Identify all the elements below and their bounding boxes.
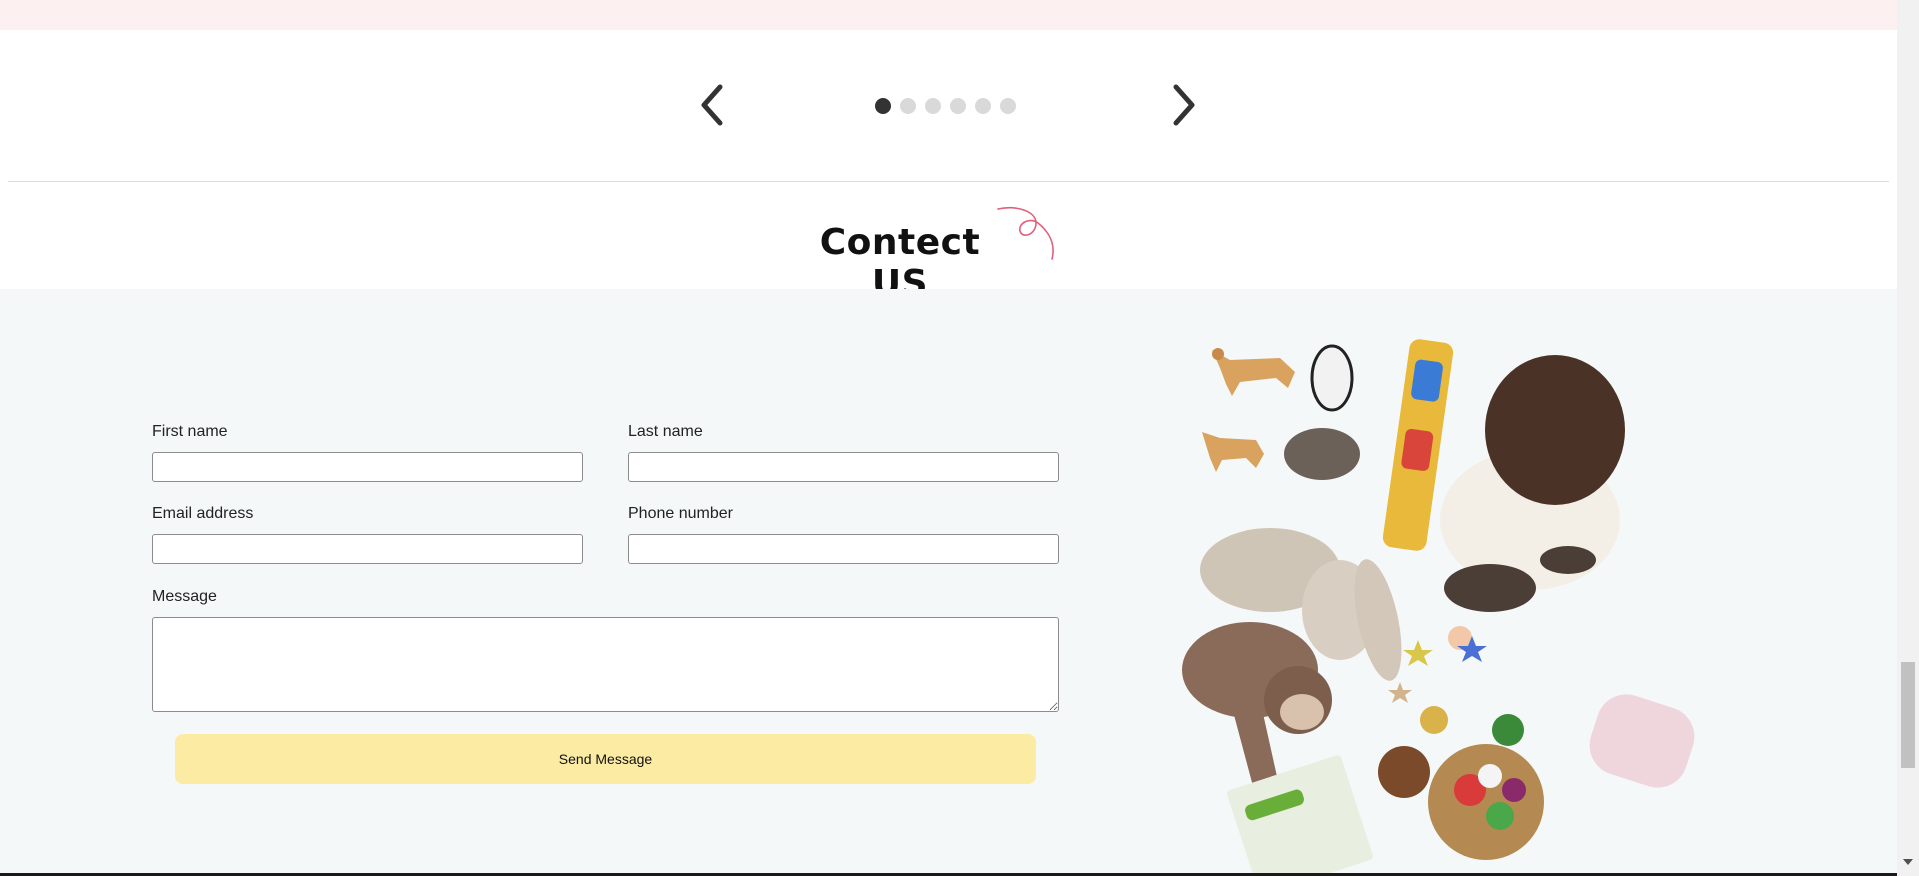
carousel-dots	[875, 98, 1016, 114]
scroll-down-arrow-icon[interactable]	[1902, 856, 1914, 868]
email-field[interactable]	[152, 534, 583, 564]
star-toy-icon	[1388, 682, 1412, 703]
page-content: Contect US First name Last name Email ad…	[0, 0, 1897, 876]
carousel-dot-1[interactable]	[875, 98, 891, 114]
carousel-dot-5[interactable]	[975, 98, 991, 114]
email-label: Email address	[152, 505, 254, 522]
giraffe-toy-icon	[1212, 348, 1295, 396]
cow-toy-icon	[1310, 344, 1354, 412]
baby-icon	[1440, 355, 1625, 650]
elephant-toy-icon	[1284, 428, 1360, 480]
vegetable-basket-icon	[1428, 714, 1544, 860]
first-name-label: First name	[152, 423, 228, 440]
carousel-dot-3[interactable]	[925, 98, 941, 114]
carousel-prev-button[interactable]	[692, 80, 732, 130]
phone-label: Phone number	[628, 505, 733, 522]
chevron-left-icon	[701, 84, 723, 126]
page: Contect US First name Last name Email ad…	[0, 0, 1919, 876]
message-label: Message	[152, 588, 217, 605]
carousel-dot-2[interactable]	[900, 98, 916, 114]
wooden-toy-icon	[1378, 746, 1430, 798]
top-band	[0, 0, 1897, 30]
last-name-label: Last name	[628, 423, 703, 440]
send-message-button[interactable]: Send Message	[175, 734, 1036, 784]
last-name-field[interactable]	[628, 452, 1059, 482]
swirl-decoration-icon	[997, 207, 1054, 260]
phone-field[interactable]	[628, 534, 1059, 564]
chevron-right-icon	[1173, 84, 1195, 126]
section-divider	[8, 181, 1889, 182]
first-name-field[interactable]	[152, 452, 583, 482]
vertical-scrollbar[interactable]	[1897, 0, 1919, 876]
scrollbar-thumb[interactable]	[1901, 662, 1915, 768]
giraffe-toy-icon	[1202, 432, 1264, 472]
toy-jar-icon	[1589, 694, 1695, 788]
message-field[interactable]	[152, 617, 1059, 712]
carousel-dot-4[interactable]	[950, 98, 966, 114]
star-toy-icon	[1403, 640, 1433, 666]
carousel-dot-6[interactable]	[1000, 98, 1016, 114]
carousel-next-button[interactable]	[1164, 80, 1204, 130]
child-with-toys-photo	[1182, 339, 1695, 876]
